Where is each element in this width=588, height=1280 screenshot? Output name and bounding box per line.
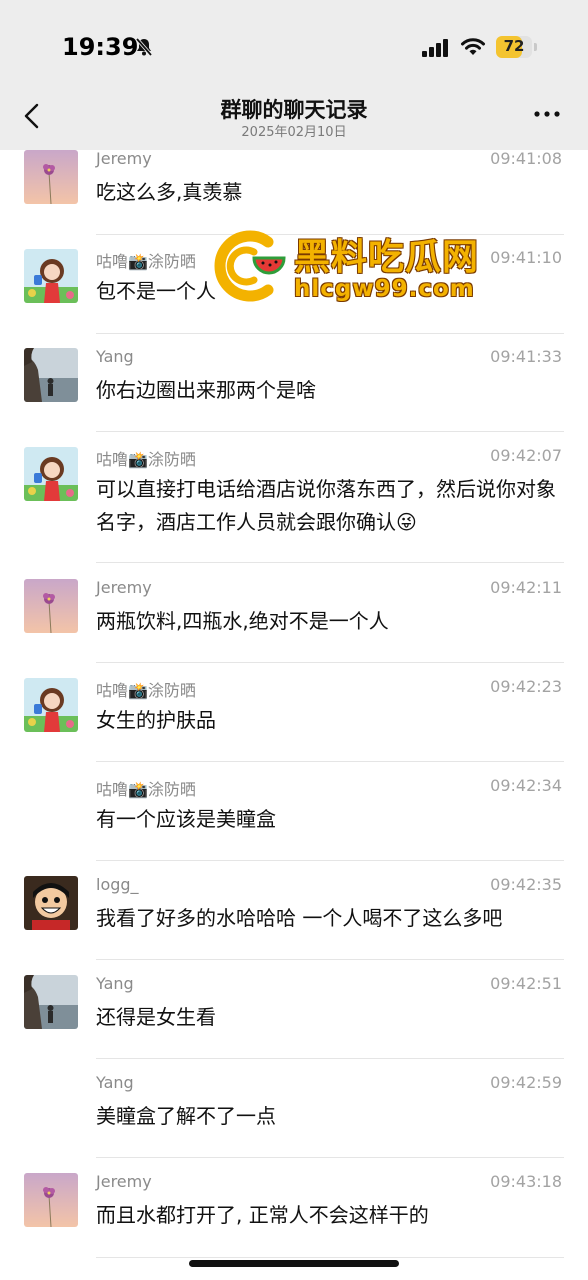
message-time: 09:42:11 xyxy=(490,578,562,597)
message-text: 可以直接打电话给酒店说你落东西了，然后说你对象名字，酒店工作人员就会跟你确认😜 xyxy=(96,477,556,534)
sender-name: 咕噜📸涂防晒 xyxy=(96,681,196,700)
message-text: 我看了好多的水哈哈哈 一个人喝不了这么多吧 xyxy=(96,906,503,930)
message-time: 09:42:34 xyxy=(490,776,562,795)
message-list[interactable]: Jeremy 09:41:08 吃这么多,真羡慕 咕噜📸涂防晒 09:41:10… xyxy=(0,150,588,1260)
message-text: 两瓶饮料,四瓶水,绝对不是一个人 xyxy=(96,609,389,633)
battery-percentage: 72 xyxy=(503,37,525,55)
message-text: 有一个应该是美瞳盒 xyxy=(96,807,276,831)
nav-bar: 群聊的聊天记录 2025年02月10日 xyxy=(0,90,588,150)
message-item[interactable]: Yang 09:42:51 还得是女生看 xyxy=(0,969,588,1059)
message-text: 还得是女生看 xyxy=(96,1005,216,1029)
sender-name: 咕噜📸涂防晒 xyxy=(96,450,196,469)
message-time: 09:42:35 xyxy=(490,875,562,894)
battery-indicator: 72 xyxy=(496,36,532,58)
message-text: 女生的护肤品 xyxy=(96,708,216,732)
message-time: 09:42:51 xyxy=(490,974,562,993)
divider xyxy=(96,860,564,861)
divider xyxy=(96,234,564,235)
anime-pirate-avatar[interactable] xyxy=(24,876,78,930)
cartoon-girl-avatar[interactable] xyxy=(24,447,78,501)
divider xyxy=(96,959,564,960)
sender-name: 咕噜📸涂防晒 xyxy=(96,252,196,271)
status-time: 19:39 xyxy=(62,33,139,61)
message-time: 09:42:59 xyxy=(490,1073,562,1092)
message-text: 你右边圈出来那两个是啥 xyxy=(96,378,316,402)
wifi-icon xyxy=(461,38,485,55)
divider xyxy=(96,1157,564,1158)
divider xyxy=(96,1257,564,1258)
bell-slash-icon xyxy=(135,37,153,57)
message-item[interactable]: 咕噜📸涂防晒 09:42:34 有一个应该是美瞳盒 xyxy=(0,771,588,861)
message-item[interactable]: Yang 09:42:59 美瞳盒了解不了一点 xyxy=(0,1068,588,1158)
message-item[interactable]: Jeremy 09:41:08 吃这么多,真羡慕 xyxy=(0,150,588,235)
home-indicator[interactable] xyxy=(189,1260,399,1267)
message-text: 美瞳盒了解不了一点 xyxy=(96,1104,276,1128)
seaside-avatar[interactable] xyxy=(24,348,78,402)
message-item[interactable]: Yang 09:41:33 你右边圈出来那两个是啥 xyxy=(0,342,588,432)
message-text: 吃这么多,真羡慕 xyxy=(96,180,243,204)
sender-name: Yang xyxy=(96,1073,134,1092)
more-dots-icon[interactable] xyxy=(532,102,562,126)
message-text: 而且水都打开了, 正常人不会这样干的 xyxy=(96,1203,429,1227)
divider xyxy=(96,431,564,432)
message-item[interactable]: 咕噜📸涂防晒 09:42:23 女生的护肤品 xyxy=(0,672,588,762)
sender-name: Yang xyxy=(96,347,134,366)
message-time: 09:41:33 xyxy=(490,347,562,366)
cellular-signal-icon xyxy=(422,39,448,57)
message-time: 09:41:10 xyxy=(490,248,562,267)
divider xyxy=(96,562,564,563)
seaside-avatar[interactable] xyxy=(24,975,78,1029)
sender-name: Jeremy xyxy=(96,150,152,168)
message-text: 包不是一个人 xyxy=(96,279,216,303)
message-time: 09:42:07 xyxy=(490,446,562,465)
page-title: 群聊的聊天记录 xyxy=(220,98,368,122)
message-time: 09:42:23 xyxy=(490,677,562,696)
sender-name: Yang xyxy=(96,974,134,993)
sender-name: 咕噜📸涂防晒 xyxy=(96,780,196,799)
message-item[interactable]: 咕噜📸涂防晒 09:42:07 可以直接打电话给酒店说你落东西了，然后说你对象名… xyxy=(0,441,588,563)
message-item[interactable]: Jeremy 09:42:11 两瓶饮料,四瓶水,绝对不是一个人 xyxy=(0,573,588,663)
battery-cap xyxy=(534,43,537,51)
cartoon-girl-avatar[interactable] xyxy=(24,678,78,732)
divider xyxy=(96,1058,564,1059)
divider xyxy=(96,662,564,663)
sender-name: Jeremy xyxy=(96,1172,152,1191)
divider xyxy=(96,333,564,334)
message-time: 09:43:18 xyxy=(490,1172,562,1191)
message-item[interactable]: Jeremy 09:43:18 而且水都打开了, 正常人不会这样干的 xyxy=(0,1167,588,1258)
cartoon-girl-avatar[interactable] xyxy=(24,249,78,303)
status-bar: 19:39 72 xyxy=(0,0,588,90)
flower-avatar[interactable] xyxy=(24,579,78,633)
sender-name: Jeremy xyxy=(96,578,152,597)
message-time: 09:41:08 xyxy=(490,150,562,168)
message-item[interactable]: logg_ 09:42:35 我看了好多的水哈哈哈 一个人喝不了这么多吧 xyxy=(0,870,588,960)
divider xyxy=(96,761,564,762)
page-subtitle-date: 2025年02月10日 xyxy=(241,125,347,140)
sender-name: logg_ xyxy=(96,875,139,894)
flower-avatar[interactable] xyxy=(24,150,78,204)
flower-avatar[interactable] xyxy=(24,1173,78,1227)
message-item[interactable]: 咕噜📸涂防晒 09:41:10 包不是一个人 xyxy=(0,243,588,334)
